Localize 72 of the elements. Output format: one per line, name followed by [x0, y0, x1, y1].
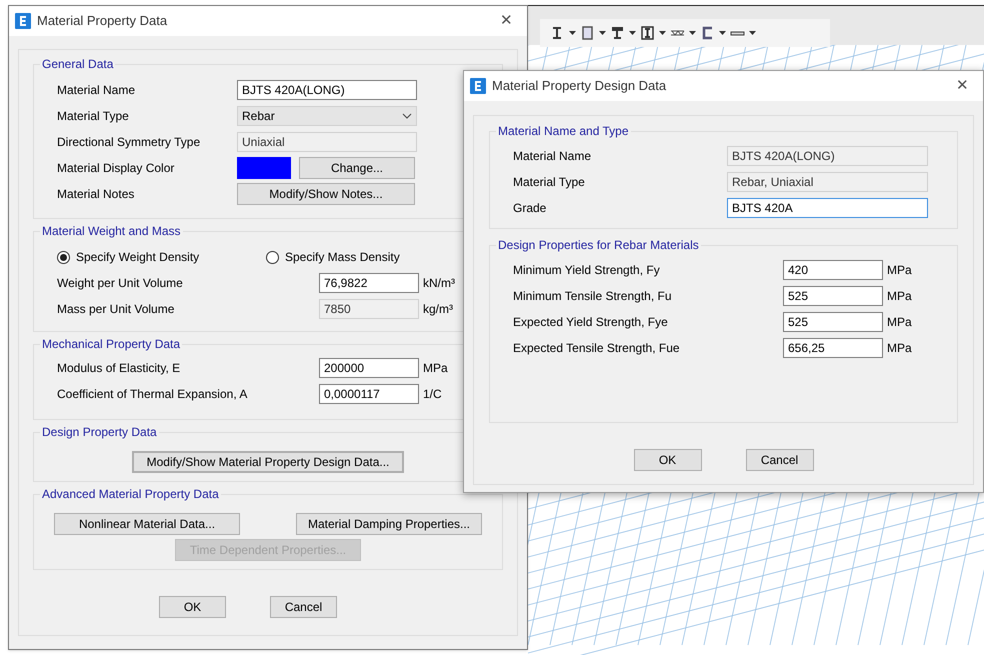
field-label: Material Name	[57, 82, 136, 99]
chevron-down-icon	[402, 113, 412, 119]
group-heading: Mechanical Property Data	[40, 336, 182, 352]
input-field[interactable]: 656,25	[783, 338, 883, 358]
unit-label: MPa	[423, 360, 448, 377]
radio-label[interactable]: Specify Weight Density	[76, 248, 200, 266]
field-label: Grade	[513, 200, 548, 217]
field-label: Directional Symmetry Type	[57, 134, 202, 151]
field-label: Minimum Tensile Strength, Fu	[513, 288, 673, 305]
change-button[interactable]: Change...	[299, 157, 415, 179]
input-field[interactable]: Uniaxial	[237, 132, 417, 152]
input-field[interactable]: 420	[783, 260, 883, 280]
color-swatch[interactable]	[237, 157, 291, 179]
unit-label: 1/C	[423, 386, 442, 403]
group-heading: Advanced Material Property Data	[40, 486, 221, 502]
radio-label[interactable]: Specify Mass Density	[285, 248, 400, 266]
radio-button[interactable]	[266, 250, 279, 264]
radio-button[interactable]	[57, 250, 70, 264]
field-label: Coefficient of Thermal Expansion, A	[57, 386, 248, 403]
input-field[interactable]: 76,9822	[319, 273, 419, 293]
property-button[interactable]: Material Damping Properties...	[296, 513, 482, 535]
close-button[interactable]: ✕	[496, 10, 517, 32]
window-title: Material Property Data	[37, 12, 168, 30]
unit-label: MPa	[887, 288, 912, 305]
caret-icon[interactable]	[689, 31, 696, 35]
input-field[interactable]: BJTS 420A	[727, 198, 928, 218]
input-field[interactable]: BJTS 420A(LONG)	[237, 80, 417, 100]
group-heading: Material Name and Type	[496, 123, 631, 139]
caret-icon[interactable]	[719, 31, 726, 35]
group-heading: Design Properties for Rebar Materials	[496, 237, 701, 253]
dialog-button[interactable]: Cancel	[270, 596, 337, 618]
app-logo-icon	[470, 78, 486, 94]
input-field[interactable]: 200000	[319, 358, 419, 378]
app-logo-icon	[15, 13, 31, 29]
group-heading: Material Weight and Mass	[40, 223, 183, 239]
dropdown[interactable]: Rebar	[237, 106, 417, 126]
caret-icon[interactable]	[569, 31, 576, 35]
dialog-button[interactable]: OK	[634, 449, 702, 471]
close-button[interactable]: ✕	[952, 74, 973, 98]
caret-icon[interactable]	[659, 31, 666, 35]
property-button[interactable]: Nonlinear Material Data...	[54, 513, 240, 535]
design-data-button[interactable]: Modify/Show Material Property Design Data...	[132, 451, 404, 473]
unit-label: MPa	[887, 262, 912, 279]
dialog-button[interactable]: OK	[159, 596, 226, 618]
notes-button[interactable]: Modify/Show Notes...	[237, 183, 415, 205]
field-label: Material Display Color	[57, 160, 176, 177]
dialog-button[interactable]: Cancel	[746, 449, 814, 471]
unit-label: MPa	[887, 314, 912, 331]
section-shape-icon[interactable]	[640, 25, 656, 41]
field-label: Mass per Unit Volume	[57, 301, 176, 318]
caret-icon[interactable]	[749, 31, 756, 35]
field-label: Weight per Unit Volume	[57, 275, 184, 292]
field-label: Material Type	[57, 108, 130, 125]
caret-icon[interactable]	[599, 31, 606, 35]
window-title: Material Property Design Data	[492, 77, 668, 96]
unit-label: MPa	[887, 340, 912, 357]
input-field[interactable]: 525	[783, 312, 883, 332]
section-shape-icon[interactable]	[580, 25, 596, 41]
section-shape-icon[interactable]	[610, 25, 626, 41]
field-label: Modulus of Elasticity, E	[57, 360, 182, 377]
group-heading: Design Property Data	[40, 424, 159, 440]
field-label: Minimum Yield Strength, Fy	[513, 262, 661, 279]
input-field[interactable]: 0,0000117	[319, 384, 419, 404]
field-label: Material Name	[513, 148, 592, 165]
field-label: Material Type	[513, 174, 586, 191]
field-label: Material Notes	[57, 186, 136, 203]
field-label: Expected Yield Strength, Fye	[513, 314, 669, 331]
unit-label: kg/m³	[423, 301, 453, 318]
unit-label: kN/m³	[423, 275, 455, 292]
input-field[interactable]: 525	[783, 286, 883, 306]
caret-icon[interactable]	[629, 31, 636, 35]
field-label: Expected Tensile Strength, Fue	[513, 340, 681, 357]
